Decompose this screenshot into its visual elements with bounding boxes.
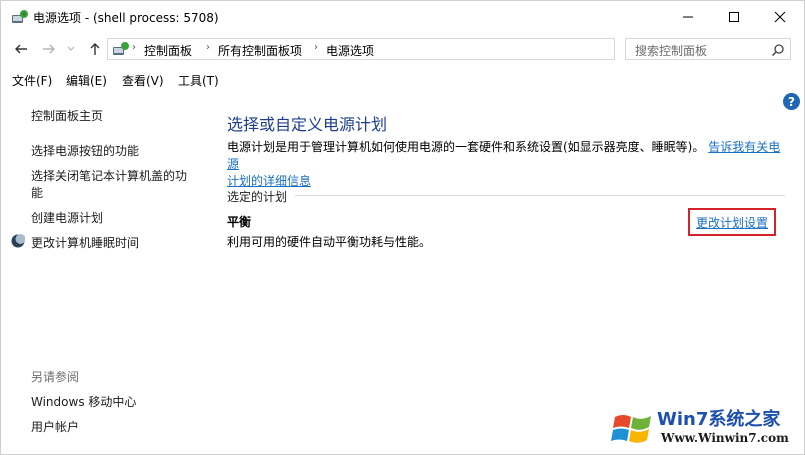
- moon-sleep-icon: [11, 234, 25, 248]
- page-description: 电源计划是用于管理计算机如何使用电源的一套硬件和系统设置(如显示器亮度、睡眠等)…: [227, 139, 787, 190]
- navigation-bar: › 控制面板 › 所有控制面板项 › 电源选项 搜索控制面板: [1, 33, 804, 65]
- breadcrumb-separator-icon: ›: [314, 42, 318, 53]
- breadcrumb-power-options[interactable]: 电源选项: [326, 42, 374, 59]
- chevron-down-icon: [67, 46, 75, 51]
- breadcrumb-separator-icon: ›: [206, 42, 210, 53]
- breadcrumb-all-items[interactable]: 所有控制面板项: [218, 42, 302, 59]
- up-arrow-icon: [90, 43, 100, 55]
- breadcrumb-control-panel[interactable]: 控制面板: [144, 42, 192, 59]
- minimize-button[interactable]: [665, 1, 711, 33]
- power-options-window: 电源选项 - (shell process: 5708) › 控制面板 › 所有…: [0, 0, 805, 455]
- menu-file[interactable]: 文件(F): [12, 72, 52, 89]
- breadcrumb-separator-icon: ›: [132, 42, 136, 53]
- power-plan-info-link-cont[interactable]: 计划的详细信息: [227, 174, 311, 188]
- back-arrow-icon: [15, 44, 27, 54]
- forward-arrow-icon: [43, 44, 55, 54]
- address-bar[interactable]: › 控制面板 › 所有控制面板项 › 电源选项: [107, 38, 714, 60]
- search-icon[interactable]: [771, 43, 785, 57]
- windows-logo-icon: [611, 415, 651, 443]
- sidebar-item-lid-close-cont[interactable]: 能: [31, 184, 43, 201]
- see-also-user-accounts[interactable]: 用户帐户: [31, 418, 79, 435]
- recent-locations-button[interactable]: [63, 41, 79, 57]
- control-panel-icon: [113, 42, 129, 55]
- up-button[interactable]: [87, 41, 103, 57]
- back-button[interactable]: [13, 41, 29, 57]
- menu-tools[interactable]: 工具(T): [178, 72, 219, 89]
- search-placeholder: 搜索控制面板: [635, 44, 708, 58]
- change-plan-settings-link[interactable]: 更改计划设置: [696, 214, 768, 231]
- help-icon[interactable]: ?: [783, 93, 800, 110]
- forward-button[interactable]: [41, 41, 57, 57]
- search-input[interactable]: 搜索控制面板: [625, 38, 791, 60]
- maximize-icon: [729, 12, 739, 22]
- page-title: 选择或自定义电源计划: [227, 115, 388, 134]
- description-text: 电源计划是用于管理计算机如何使用电源的一套硬件和系统设置(如显示器亮度、睡眠等)…: [227, 140, 705, 154]
- close-button[interactable]: [757, 1, 803, 33]
- minimize-icon: [683, 16, 693, 18]
- see-also-label: 另请参阅: [31, 370, 80, 384]
- sidebar-item-create-plan[interactable]: 创建电源计划: [31, 209, 103, 226]
- plan-name: 平衡: [227, 215, 252, 229]
- title-bar: 电源选项 - (shell process: 5708): [1, 1, 804, 33]
- maximize-button[interactable]: [711, 1, 757, 33]
- sidebar-item-power-buttons[interactable]: 选择电源按钮的功能: [31, 142, 139, 159]
- selected-plan-heading: 选定的计划: [227, 190, 288, 204]
- watermark-url: Www.Winwin7.com: [661, 431, 789, 445]
- see-also-mobility-center[interactable]: Windows 移动中心: [31, 393, 136, 410]
- watermark-title: Win7系统之家: [657, 409, 781, 430]
- window-title: 电源选项 - (shell process: 5708): [33, 11, 219, 25]
- watermark: Win7系统之家 Www.Winwin7.com: [609, 403, 804, 454]
- menu-edit[interactable]: 编辑(E): [66, 72, 107, 89]
- control-panel-home-link[interactable]: 控制面板主页: [31, 107, 103, 124]
- menu-view[interactable]: 查看(V): [122, 72, 164, 89]
- sidebar-item-lid-close[interactable]: 选择关闭笔记本计算机盖的功: [31, 167, 187, 184]
- close-icon: [774, 11, 786, 23]
- menu-bar: 文件(F) 编辑(E) 查看(V) 工具(T): [1, 67, 804, 91]
- sidebar-item-sleep-time[interactable]: 更改计算机睡眠时间: [31, 234, 139, 251]
- section-divider: [295, 195, 785, 196]
- content-area: 控制面板主页 选择电源按钮的功能 选择关闭笔记本计算机盖的功 能 创建电源计划 …: [1, 91, 804, 454]
- power-options-app-icon: [12, 10, 28, 23]
- plan-description: 利用可用的硬件自动平衡功耗与性能。: [227, 235, 432, 249]
